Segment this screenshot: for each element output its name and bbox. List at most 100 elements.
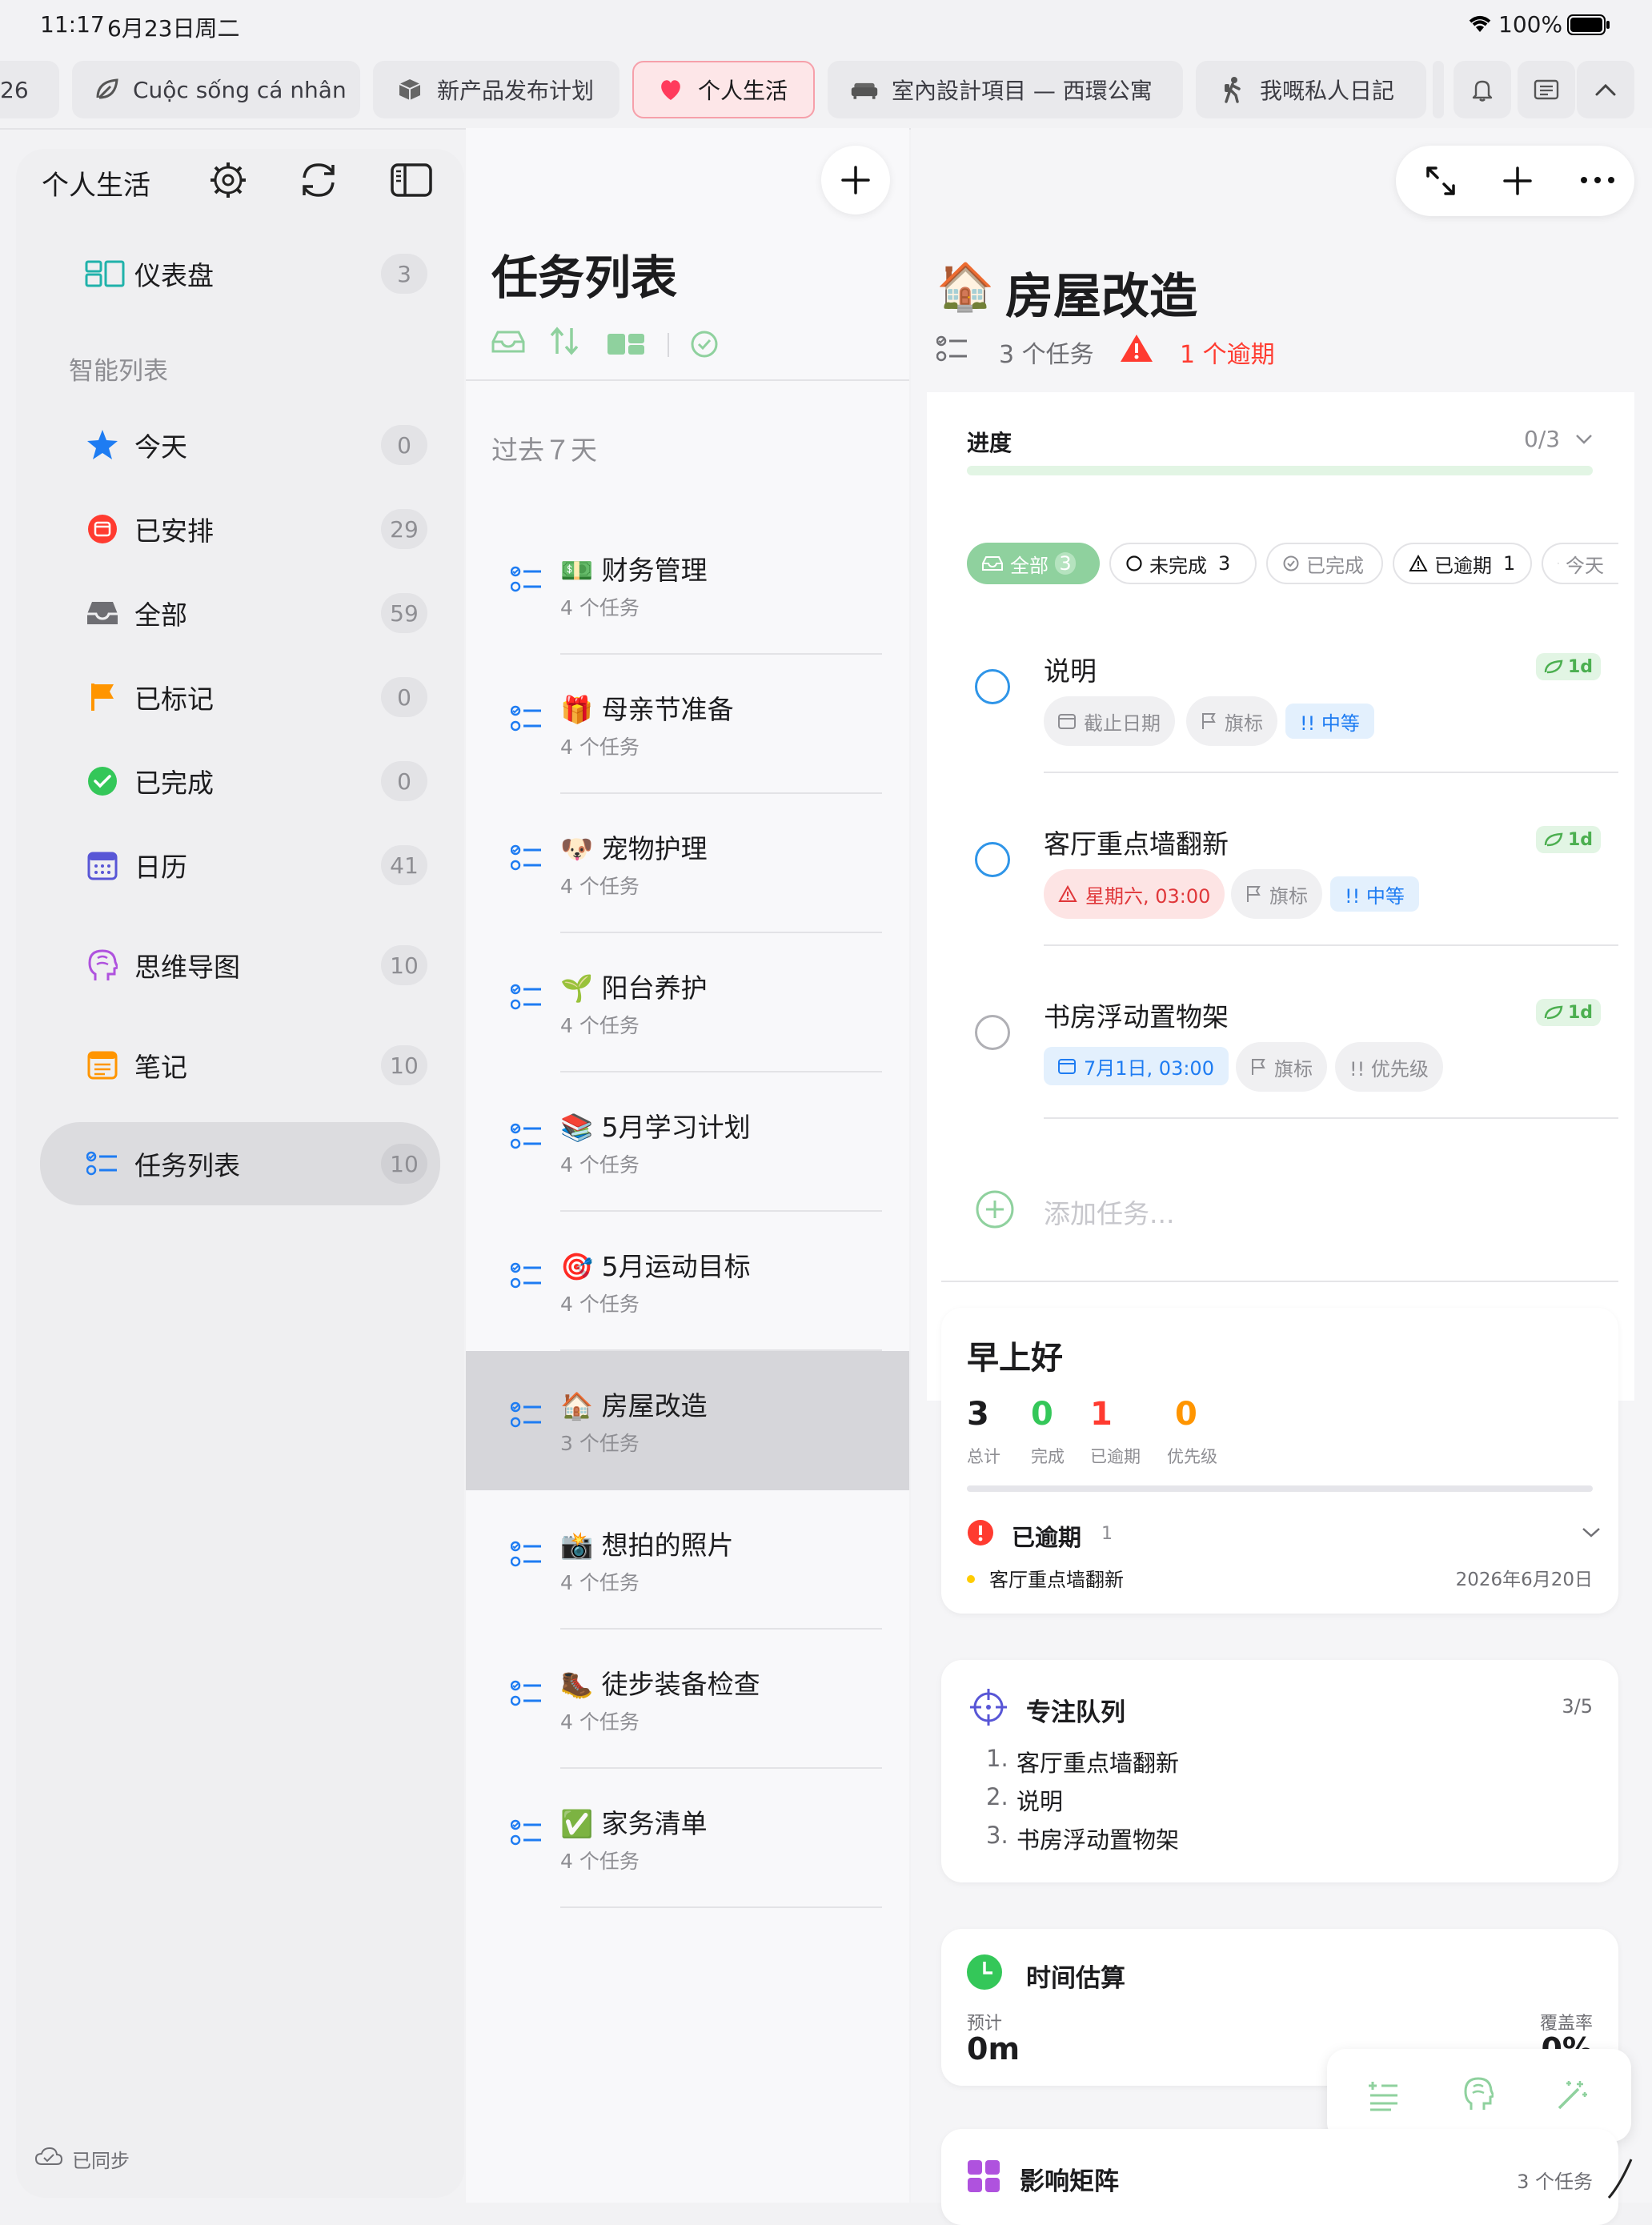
count-badge: 0 xyxy=(381,425,427,465)
inbox-icon xyxy=(85,595,120,631)
tab-product-launch[interactable]: 新产品发布计划 xyxy=(373,61,620,118)
filter-today[interactable]: 今天 xyxy=(1542,543,1618,584)
list-item[interactable]: 🎁 母亲节准备 4 个任务 xyxy=(466,655,909,794)
tab-diary[interactable]: 我嘅私人日記 xyxy=(1196,61,1426,118)
stat-label: 总计 xyxy=(967,1447,1000,1466)
due-date-chip[interactable]: 7月1日, 03:00 xyxy=(1044,1047,1229,1085)
task-title[interactable]: 客厅重点墙翻新 xyxy=(1044,823,1229,861)
quick-actions-toolbar xyxy=(1327,2049,1631,2142)
add-list-button[interactable] xyxy=(821,146,890,214)
filter-incomplete[interactable]: 未完成 3 xyxy=(1109,543,1257,584)
filter-overdue[interactable]: 已逾期 1 xyxy=(1393,543,1532,584)
magic-wand-icon[interactable] xyxy=(1556,2078,1590,2111)
flag-outline-icon xyxy=(1247,886,1261,902)
filter-completed[interactable]: 已完成 xyxy=(1266,543,1383,584)
list-item-title: 🎯 5月运动目标 xyxy=(560,1245,751,1284)
sidebar-item-tasklists[interactable]: 任务列表 10 xyxy=(40,1122,440,1205)
progress-bar xyxy=(967,466,1593,475)
layout-icon[interactable] xyxy=(607,333,645,355)
tab-personal-life[interactable]: 个人生活 xyxy=(632,61,815,118)
list-item[interactable]: 🥾 徒步装备检查 4 个任务 xyxy=(466,1630,909,1769)
tab-partial[interactable]: 26 xyxy=(0,61,59,118)
inbox-filter-icon[interactable] xyxy=(491,330,525,354)
notification-button[interactable] xyxy=(1454,61,1511,118)
check-circle-icon xyxy=(1283,555,1299,571)
flag-chip[interactable]: 旗标 xyxy=(1236,1042,1327,1092)
more-icon[interactable] xyxy=(1580,176,1615,184)
brain-icon[interactable] xyxy=(1463,2076,1494,2111)
sync-icon[interactable] xyxy=(298,160,339,200)
focus-item[interactable]: 说明 xyxy=(1016,1783,1063,1817)
overdue-task[interactable]: 客厅重点墙翻新 xyxy=(989,1564,1124,1592)
tab-overflow[interactable] xyxy=(1433,61,1444,118)
list-item[interactable]: 🐶 宠物护理 4 个任务 xyxy=(466,794,909,933)
duration-badge: 1d xyxy=(1535,653,1601,680)
sidebar-item-all[interactable]: 全部 59 xyxy=(40,575,440,651)
sidebar-item-scheduled[interactable]: 已安排 29 xyxy=(40,491,440,567)
sidebar-toggle-icon[interactable] xyxy=(391,163,432,197)
focus-item[interactable]: 书房浮动置物架 xyxy=(1016,1822,1179,1855)
sidebar-title: 个人生活 xyxy=(42,170,150,202)
sidebar-item-flagged[interactable]: 已标记 0 xyxy=(40,659,440,736)
task-title[interactable]: 书房浮动置物架 xyxy=(1044,996,1229,1034)
expand-icon[interactable] xyxy=(1425,165,1457,197)
list-item[interactable]: 💵 财务管理 4 个任务 xyxy=(466,515,909,655)
smart-lists-header: 智能列表 xyxy=(69,357,168,386)
task-checkbox[interactable] xyxy=(975,1015,1010,1050)
list-title: 房屋改造 xyxy=(1005,269,1197,325)
list-item[interactable]: 🌱 阳台养护 4 个任务 xyxy=(466,933,909,1072)
focus-num: 3. xyxy=(986,1822,1008,1849)
filter-count: 3 xyxy=(1218,552,1231,575)
task-checkbox[interactable] xyxy=(975,669,1010,704)
list-item[interactable]: 🎯 5月运动目标 4 个任务 xyxy=(466,1212,909,1351)
chip-label: 截止日期 xyxy=(1084,712,1161,735)
task-checkbox[interactable] xyxy=(975,842,1010,877)
sidebar-item-calendar[interactable]: 日历 41 xyxy=(40,827,440,904)
sidebar-item-dashboard[interactable]: 仪表盘 3 xyxy=(40,235,440,312)
sidebar-item-today[interactable]: 今天 0 xyxy=(40,407,440,483)
list-item[interactable]: 📚 5月学习计划 4 个任务 xyxy=(466,1072,909,1212)
page-title: 任务列表 xyxy=(491,251,678,305)
chevron-down-icon[interactable] xyxy=(1575,434,1593,445)
sidebar-item-label: 全部 xyxy=(134,599,187,631)
priority-chip[interactable]: !! 中等 xyxy=(1285,704,1374,739)
list-item[interactable]: 🏠 房屋改造 3 个任务 xyxy=(466,1351,909,1490)
list-emoji: 🐶 xyxy=(560,833,594,864)
tab-cuoc-song[interactable]: Cuộc sống cá nhân xyxy=(72,61,360,118)
focus-item[interactable]: 客厅重点墙翻新 xyxy=(1016,1745,1179,1778)
list-emoji: 🏠 xyxy=(560,1390,594,1421)
add-list-item-icon[interactable] xyxy=(1367,2079,1399,2111)
task-title[interactable]: 说明 xyxy=(1044,650,1097,688)
resize-handle-icon[interactable] xyxy=(1604,2153,1636,2201)
flag-chip[interactable]: 旗标 xyxy=(1186,696,1277,746)
divider xyxy=(1044,944,1618,946)
sidebar-item-completed[interactable]: 已完成 0 xyxy=(40,743,440,820)
sidebar-item-notes[interactable]: 笔记 10 xyxy=(40,1027,440,1104)
add-task-input[interactable]: 添加任务... xyxy=(1044,1193,1174,1231)
sort-icon[interactable] xyxy=(549,327,581,355)
list-item[interactable]: ✅ 家务清单 4 个任务 xyxy=(466,1769,909,1908)
add-task-icon[interactable] xyxy=(975,1189,1015,1229)
settings-gear-icon[interactable] xyxy=(208,160,248,200)
list-emoji: ✅ xyxy=(560,1808,594,1839)
priority-chip[interactable]: !! 中等 xyxy=(1330,876,1419,912)
bell-icon xyxy=(1471,78,1494,102)
list-title: 想拍的照片 xyxy=(601,1529,734,1561)
sidebar: 个人生活 仪表盘 3 智能列表 今天 0 已安排 29 全部 59 已标记 0 … xyxy=(16,149,464,2198)
priority-chip[interactable]: !! 优先级 xyxy=(1335,1042,1443,1092)
sidebar-item-label: 思维导图 xyxy=(134,952,240,983)
list-item[interactable]: 📸 想拍的照片 4 个任务 xyxy=(466,1490,909,1630)
list-emoji: 🎁 xyxy=(560,694,594,725)
overdue-date-chip[interactable]: 星期六, 03:00 xyxy=(1044,869,1225,919)
due-date-chip[interactable]: 截止日期 xyxy=(1044,696,1175,746)
chip-label: 星期六, 03:00 xyxy=(1085,884,1211,908)
completed-filter-icon[interactable] xyxy=(690,330,719,359)
flag-chip[interactable]: 旗标 xyxy=(1231,869,1322,919)
sidebar-item-mindmap[interactable]: 思维导图 10 xyxy=(40,927,440,1004)
tab-interior-design[interactable]: 室內設計項目 — 西環公寓 xyxy=(828,61,1183,118)
collapse-tabs-button[interactable] xyxy=(1577,61,1634,118)
reader-button[interactable] xyxy=(1518,61,1575,118)
add-task-plus-icon[interactable] xyxy=(1502,165,1534,197)
filter-all[interactable]: 全部 3 xyxy=(967,543,1100,584)
chevron-down-icon[interactable] xyxy=(1582,1527,1601,1538)
